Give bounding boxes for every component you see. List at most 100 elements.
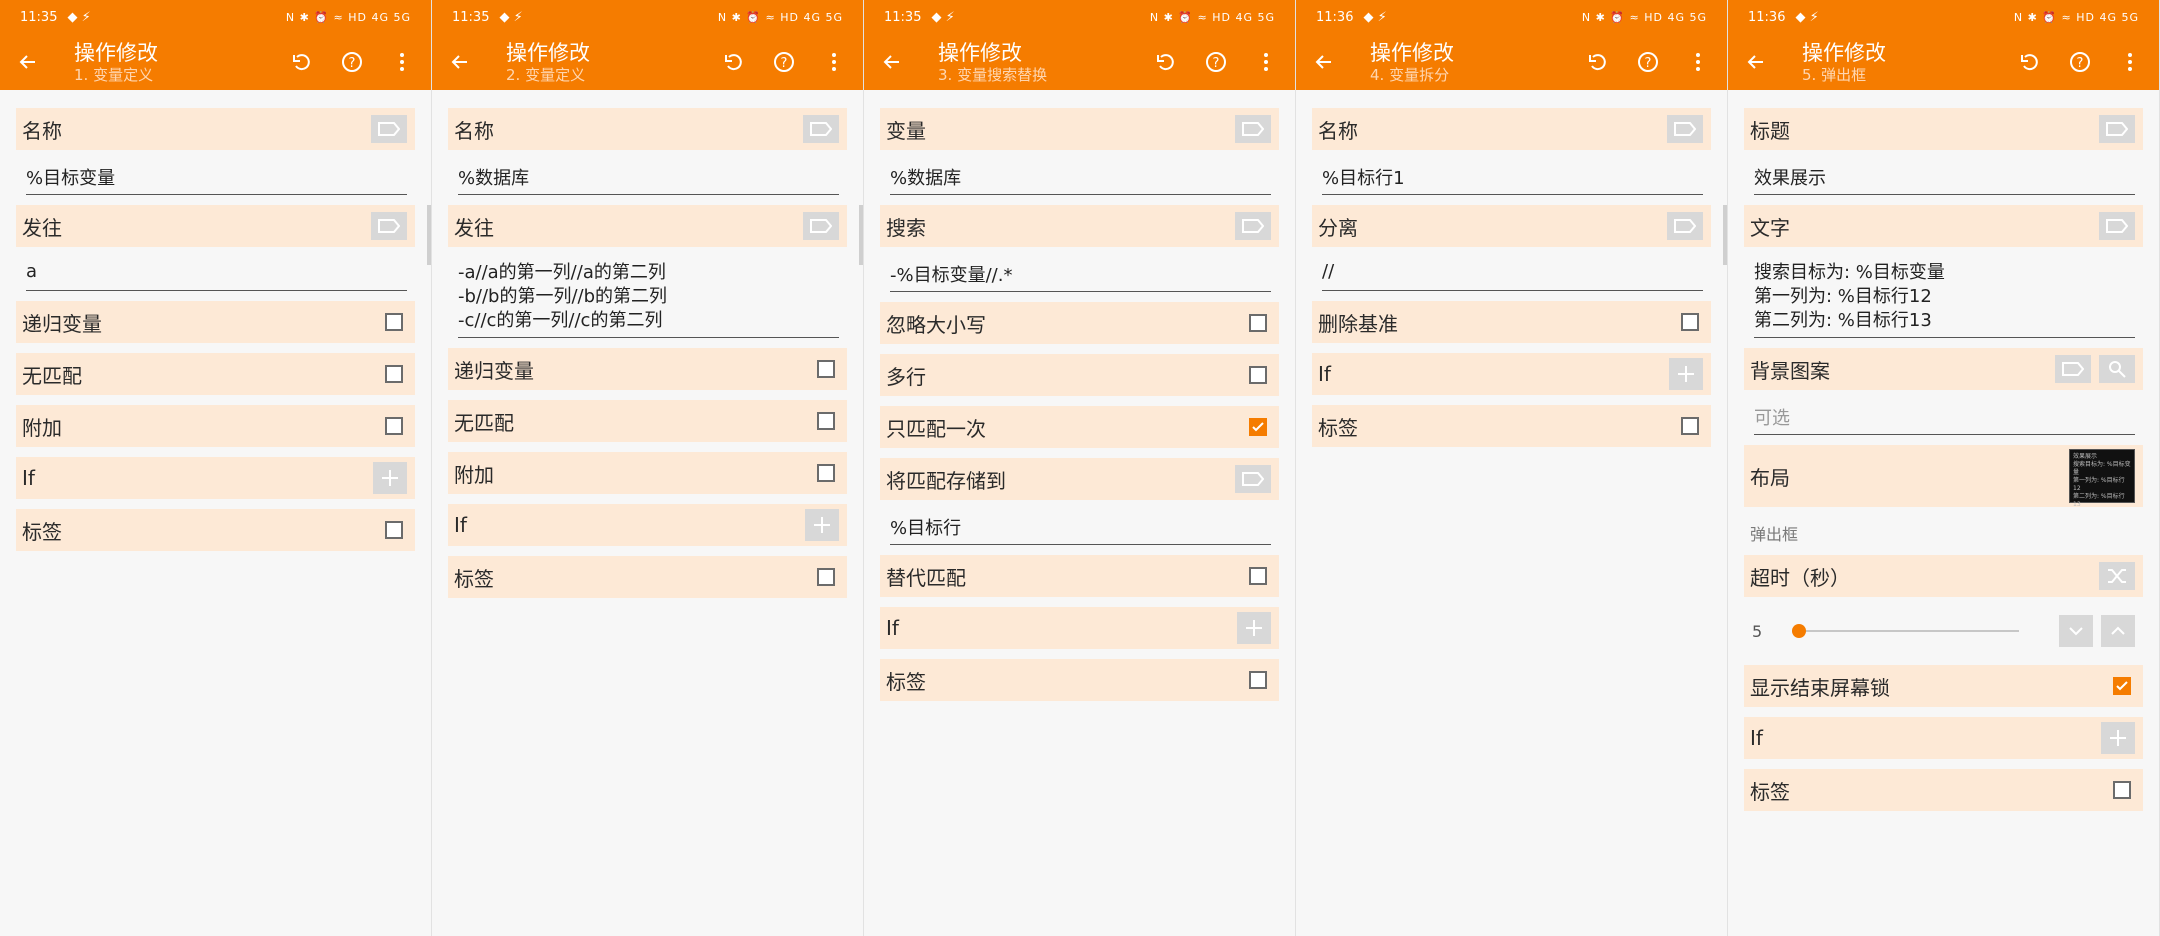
name-input[interactable]: %数据库 <box>458 162 839 195</box>
status-bar: 11:35 ◆ ⚡ N ✱ ⏰ ≈ HD 4G 5G <box>864 0 1295 34</box>
back-arrow-icon[interactable] <box>432 34 488 90</box>
row-append: 附加 <box>448 452 847 494</box>
no-match-checkbox[interactable] <box>817 412 835 430</box>
tag-icon[interactable] <box>371 212 407 240</box>
one-match-checkbox[interactable] <box>1249 418 1267 436</box>
label-checkbox[interactable] <box>1249 671 1267 689</box>
status-icons: N ✱ ⏰ ≈ HD 4G 5G <box>285 10 411 24</box>
title-input[interactable]: 效果展示 <box>1754 162 2135 195</box>
keyguard-checkbox[interactable] <box>2113 677 2131 695</box>
row-label: 删除基准 <box>1318 311 1398 336</box>
timeout-slider[interactable] <box>1792 624 2019 638</box>
help-icon[interactable]: ? <box>1633 47 1663 77</box>
label-checkbox[interactable] <box>817 568 835 586</box>
plus-icon[interactable] <box>373 462 407 494</box>
tag-icon[interactable] <box>1235 465 1271 493</box>
recurse-checkbox[interactable] <box>385 313 403 331</box>
undo-icon[interactable] <box>287 47 317 77</box>
toolbar: 操作修改 2. 变量定义 ? <box>432 34 863 90</box>
row-name: 名称 <box>448 108 847 150</box>
tag-icon[interactable] <box>2099 115 2135 143</box>
name-input[interactable]: %目标变量 <box>26 162 407 195</box>
row-label: 标签 <box>454 566 494 591</box>
row-label: 标签 <box>22 519 62 544</box>
label-checkbox[interactable] <box>1681 417 1699 435</box>
status-icons: N ✱ ⏰ ≈ HD 4G 5G <box>717 10 843 24</box>
search-input[interactable]: -%目标变量//.* <box>890 259 1271 292</box>
more-options-icon[interactable] <box>819 47 849 77</box>
more-options-icon[interactable] <box>387 47 417 77</box>
tag-icon[interactable] <box>371 115 407 143</box>
splitter-input[interactable]: // <box>1322 259 1703 291</box>
tag-icon[interactable] <box>803 115 839 143</box>
tag-icon[interactable] <box>1235 115 1271 143</box>
tag-icon[interactable] <box>803 212 839 240</box>
back-arrow-icon[interactable] <box>1728 34 1784 90</box>
svg-text:?: ? <box>781 56 788 71</box>
text-line: -c//c的第一列//c的第二列 <box>458 310 663 331</box>
label-checkbox[interactable] <box>385 521 403 539</box>
background-input[interactable]: 可选 <box>1754 402 2135 435</box>
layout-thumbnail[interactable]: 效果展示 搜索目标为: %目标变量 第一列为: %目标行12 第二列为: %目标… <box>2069 449 2135 508</box>
no-match-checkbox[interactable] <box>385 365 403 383</box>
row-timeout: 超时（秒） <box>1744 555 2143 597</box>
plus-icon[interactable] <box>1669 358 1703 390</box>
name-input[interactable]: %目标行1 <box>1322 162 1703 195</box>
tag-icon[interactable] <box>1667 115 1703 143</box>
help-icon[interactable]: ? <box>337 47 367 77</box>
recurse-checkbox[interactable] <box>817 360 835 378</box>
replace-checkbox[interactable] <box>1249 567 1267 585</box>
undo-icon[interactable] <box>1583 47 1613 77</box>
to-input[interactable]: a <box>26 259 407 291</box>
slider-thumb[interactable] <box>1792 624 1806 638</box>
chevron-down-icon[interactable] <box>2059 615 2093 647</box>
help-icon[interactable]: ? <box>769 47 799 77</box>
more-options-icon[interactable] <box>2115 47 2145 77</box>
row-label-tag: 标签 <box>1744 769 2143 811</box>
toolbar: 操作修改 4. 变量拆分 ? <box>1296 34 1727 90</box>
undo-icon[interactable] <box>1151 47 1181 77</box>
variable-input[interactable]: %数据库 <box>890 162 1271 195</box>
scrollbar[interactable] <box>427 205 431 265</box>
undo-icon[interactable] <box>719 47 749 77</box>
store-matches-input[interactable]: %目标行 <box>890 512 1271 545</box>
back-arrow-icon[interactable] <box>0 34 56 90</box>
panel-flash-popup: 11:36 ◆ ⚡ N ✱ ⏰ ≈ HD 4G 5G 操作修改 5. 弹出框 ? … <box>1728 0 2160 936</box>
row-label: 标签 <box>886 669 926 694</box>
to-textarea[interactable]: -a//a的第一列//a的第二列 -b//b的第一列//b的第二列 -c//c的… <box>458 259 839 338</box>
tag-icon[interactable] <box>2099 212 2135 240</box>
help-icon[interactable]: ? <box>1201 47 1231 77</box>
tag-icon[interactable] <box>1667 212 1703 240</box>
more-options-icon[interactable] <box>1251 47 1281 77</box>
row-label: 递归变量 <box>22 311 102 336</box>
undo-icon[interactable] <box>2015 47 2045 77</box>
more-options-icon[interactable] <box>1683 47 1713 77</box>
search-icon[interactable] <box>2099 355 2135 383</box>
row-recurse: 递归变量 <box>16 301 415 343</box>
multiline-checkbox[interactable] <box>1249 366 1267 384</box>
status-icons: N ✱ ⏰ ≈ HD 4G 5G <box>1581 10 1707 24</box>
chevron-up-icon[interactable] <box>2101 615 2135 647</box>
back-arrow-icon[interactable] <box>864 34 920 90</box>
timeout-slider-row: 5 <box>1744 607 2143 655</box>
back-arrow-icon[interactable] <box>1296 34 1352 90</box>
tag-icon[interactable] <box>2055 355 2091 383</box>
plus-icon[interactable] <box>1237 612 1271 644</box>
text-textarea[interactable]: 搜索目标为: %目标变量 第一列为: %目标行12 第二列为: %目标行13 <box>1754 259 2135 338</box>
row-label-tag: 标签 <box>16 509 415 551</box>
label-checkbox[interactable] <box>2113 781 2131 799</box>
row-text: 文字 <box>1744 205 2143 247</box>
append-checkbox[interactable] <box>385 417 403 435</box>
shuffle-icon[interactable] <box>2099 562 2135 590</box>
append-checkbox[interactable] <box>817 464 835 482</box>
scrollbar[interactable] <box>859 205 863 265</box>
plus-icon[interactable] <box>805 509 839 541</box>
text-line: 第一列为: %目标行12 <box>1754 286 1932 307</box>
tag-icon[interactable] <box>1235 212 1271 240</box>
scrollbar[interactable] <box>1723 205 1727 265</box>
plus-icon[interactable] <box>2101 722 2135 754</box>
row-label: 标签 <box>1750 779 1790 804</box>
help-icon[interactable]: ? <box>2065 47 2095 77</box>
delete-base-checkbox[interactable] <box>1681 313 1699 331</box>
ignore-case-checkbox[interactable] <box>1249 314 1267 332</box>
